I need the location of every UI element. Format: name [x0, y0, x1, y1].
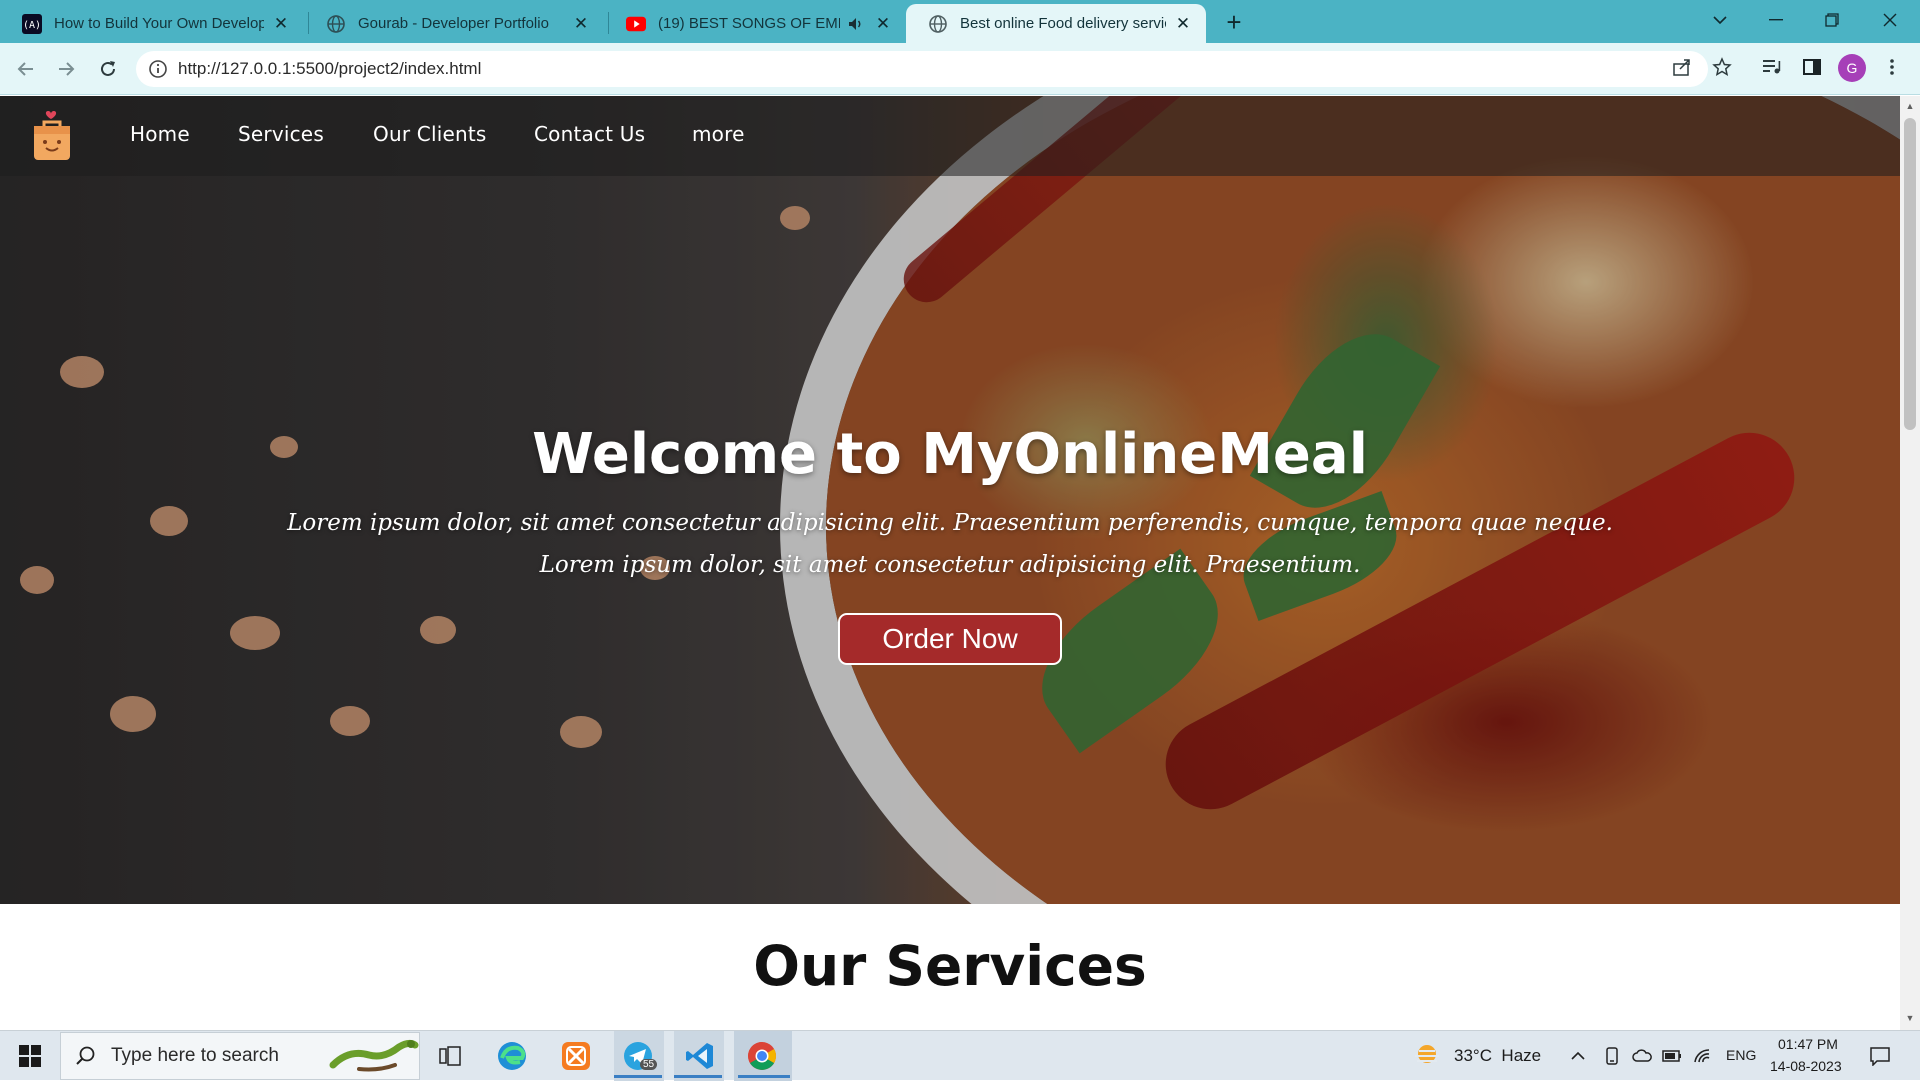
running-indicator [614, 1075, 662, 1078]
scroll-up-arrow-icon[interactable]: ▲ [1900, 98, 1920, 114]
side-panel-icon[interactable] [1796, 51, 1828, 83]
nav-more[interactable]: more [692, 122, 745, 146]
page-scrollbar[interactable]: ▲ ▼ [1900, 96, 1920, 1030]
hero-overlay [0, 96, 1900, 904]
search-highlight-lizard-icon [329, 1039, 419, 1072]
edge-browser-icon[interactable] [492, 1036, 532, 1076]
telegram-icon[interactable] [618, 1036, 658, 1076]
food-bag-logo-icon[interactable] [30, 108, 74, 162]
device-icon[interactable] [1598, 1036, 1626, 1076]
reload-button[interactable] [92, 53, 124, 85]
share-icon[interactable] [1666, 51, 1698, 83]
media-controls-icon[interactable] [1756, 51, 1788, 83]
hero-subtitle-line2: Lorem ipsum dolor, sit amet consectetur … [539, 552, 1361, 578]
onedrive-cloud-icon[interactable] [1628, 1036, 1656, 1076]
chevron-up-icon[interactable] [1564, 1036, 1592, 1076]
vscode-icon[interactable] [680, 1036, 720, 1076]
scroll-down-arrow-icon[interactable]: ▼ [1900, 1010, 1920, 1026]
site-navbar: Home Services Our Clients Contact Us mor… [0, 96, 1900, 176]
browser-toolbar: http://127.0.0.1:5500/project2/index.htm… [0, 43, 1920, 95]
close-icon[interactable]: ✕ [570, 13, 592, 35]
window-close-button[interactable] [1862, 0, 1918, 40]
minimize-button[interactable] [1748, 0, 1804, 40]
restore-button[interactable] [1804, 0, 1860, 40]
weather-text[interactable]: 33°C Haze [1454, 1046, 1541, 1066]
nav-our-clients[interactable]: Our Clients [373, 122, 487, 146]
profile-avatar[interactable]: G [1838, 54, 1866, 82]
kebab-menu-icon[interactable] [1876, 51, 1908, 83]
nav-services[interactable]: Services [238, 122, 324, 146]
tab-strip: (A) How to Build Your Own Develope ✕ Gou… [0, 0, 1920, 43]
wifi-icon[interactable] [1688, 1036, 1716, 1076]
hero-subtitle-line1: Lorem ipsum dolor, sit amet consectetur … [287, 510, 1613, 536]
nav-contact-us[interactable]: Contact Us [534, 122, 645, 146]
tab-3[interactable]: Best online Food delivery service ✕ [906, 4, 1206, 43]
hero-title: Welcome to MyOnlineMeal [532, 422, 1368, 487]
url-text[interactable]: http://127.0.0.1:5500/project2/index.htm… [178, 59, 481, 79]
running-indicator [674, 1075, 722, 1078]
tab-1[interactable]: Gourab - Developer Portfolio ✕ [304, 4, 604, 43]
hero-section: Home Services Our Clients Contact Us mor… [0, 96, 1900, 904]
search-icon [76, 1046, 95, 1065]
tab-title: Best online Food delivery service [960, 15, 1166, 32]
back-button[interactable] [10, 53, 42, 85]
close-icon[interactable]: ✕ [270, 13, 292, 35]
scroll-thumb[interactable] [1904, 118, 1916, 430]
xampp-icon[interactable] [556, 1036, 596, 1076]
tab-search-chevron-icon[interactable] [1692, 0, 1748, 40]
windows-start-icon[interactable] [10, 1036, 50, 1076]
chrome-icon[interactable] [742, 1036, 782, 1076]
svg-text:(A): (A) [23, 20, 41, 31]
speaker-icon[interactable] [846, 13, 866, 35]
page-viewport: Home Services Our Clients Contact Us mor… [0, 96, 1900, 1030]
tab-0[interactable]: (A) How to Build Your Own Develope ✕ [0, 4, 304, 43]
weather-haze-icon[interactable] [1410, 1036, 1444, 1076]
battery-icon[interactable] [1658, 1036, 1686, 1076]
windows-taskbar: Type here to search 55 33°C Haze ENG 01:… [0, 1030, 1920, 1081]
clock-date[interactable]: 14-08-2023 [1770, 1058, 1842, 1074]
notification-icon[interactable] [1860, 1036, 1900, 1076]
services-heading: Our Services [753, 934, 1147, 998]
youtube-icon [626, 14, 646, 34]
bookmark-star-icon[interactable] [1706, 51, 1738, 83]
address-bar[interactable]: http://127.0.0.1:5500/project2/index.htm… [136, 51, 1708, 87]
tab-title: (19) BEST SONGS OF EMRAA [658, 15, 840, 32]
close-icon[interactable]: ✕ [872, 13, 894, 35]
telegram-unread-badge: 55 [640, 1059, 658, 1070]
tab-2[interactable]: (19) BEST SONGS OF EMRAA ✕ [604, 4, 906, 43]
forward-button[interactable] [50, 53, 82, 85]
tab-title: Gourab - Developer Portfolio [358, 15, 549, 32]
globe-icon [928, 14, 948, 34]
freecodecamp-icon: (A) [22, 13, 42, 34]
search-placeholder: Type here to search [111, 1045, 279, 1066]
task-view-icon[interactable] [430, 1036, 470, 1076]
clock-time[interactable]: 01:47 PM [1778, 1036, 1838, 1052]
order-now-button[interactable]: Order Now [838, 613, 1062, 665]
globe-icon [326, 14, 346, 34]
tab-title: How to Build Your Own Develope [54, 15, 264, 32]
close-icon[interactable]: ✕ [1172, 13, 1194, 35]
language-indicator[interactable]: ENG [1726, 1047, 1756, 1063]
site-info-icon[interactable] [148, 59, 168, 79]
running-indicator [738, 1075, 790, 1078]
new-tab-button[interactable]: + [1218, 6, 1250, 38]
taskbar-search[interactable]: Type here to search [60, 1032, 420, 1080]
nav-home[interactable]: Home [130, 122, 190, 146]
